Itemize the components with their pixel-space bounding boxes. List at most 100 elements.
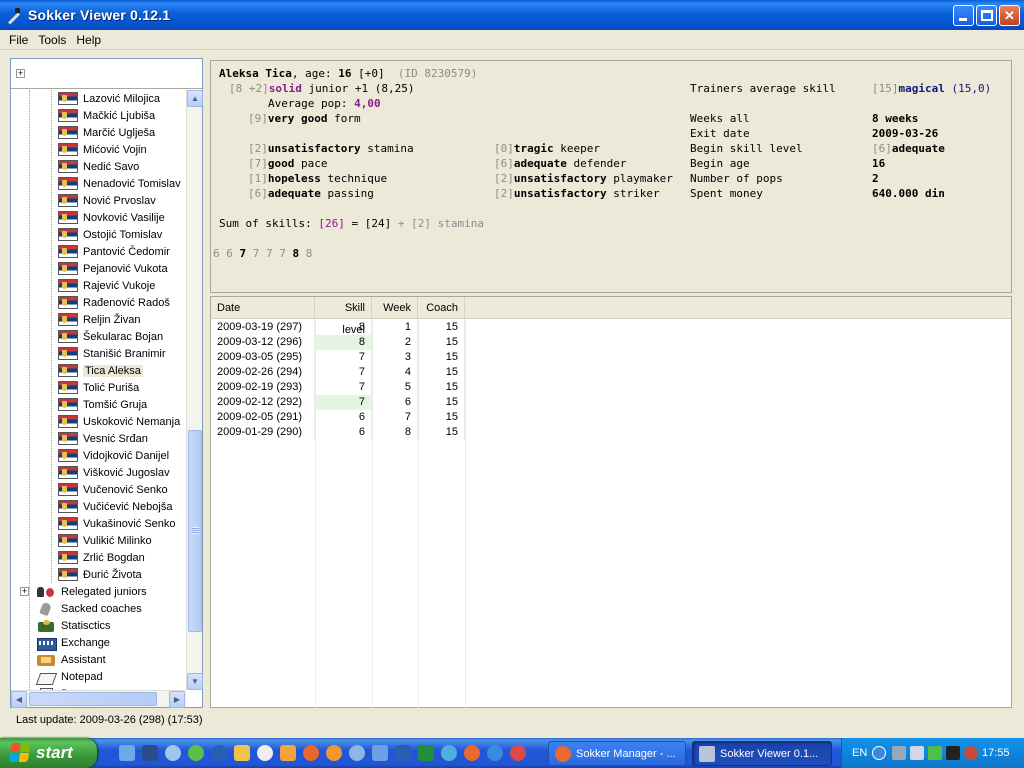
table-row[interactable]: 2009-03-19 (297) 8 1 15	[211, 320, 1011, 335]
scroll-up-button[interactable]: ▲	[187, 90, 203, 107]
task-button-sokker-manager[interactable]: Sokker Manager - ...	[548, 741, 686, 766]
quick-launch-icon[interactable]	[211, 745, 227, 761]
tree-player-item[interactable]: Vesnić Srđan	[58, 430, 148, 447]
menu-tools[interactable]: Tools	[33, 32, 71, 48]
tree-horizontal-scrollbar[interactable]: ◀ ▶	[11, 690, 186, 708]
quick-launch-icon[interactable]	[349, 745, 365, 761]
skill-name: keeper	[553, 142, 600, 155]
scroll-thumb[interactable]	[188, 430, 202, 632]
tree-player-item[interactable]: Vučenović Senko	[58, 481, 168, 498]
tray-icon[interactable]	[928, 746, 942, 760]
title-bar[interactable]: Sokker Viewer 0.12.1 ✕	[0, 0, 1024, 30]
serbia-flag-icon	[58, 279, 78, 292]
task-button-sokker-viewer[interactable]: Sokker Viewer 0.1...	[692, 741, 832, 766]
firefox-icon[interactable]	[464, 745, 480, 761]
quick-launch-icon[interactable]	[372, 745, 388, 761]
media-player-icon[interactable]	[257, 745, 273, 761]
messenger-icon[interactable]	[441, 745, 457, 761]
tree-player-item[interactable]: Lazović Milojica	[58, 90, 160, 107]
tray-icon[interactable]	[946, 746, 960, 760]
tray-icon[interactable]	[964, 746, 978, 760]
tree-player-item[interactable]: Pejanović Vukota	[58, 260, 168, 277]
tree-section-item[interactable]: Exchange	[37, 634, 110, 651]
start-button[interactable]: start	[0, 738, 97, 768]
skill-bracket: [0]	[494, 142, 514, 155]
tree-player-item[interactable]: Rajević Vukoje	[58, 277, 155, 294]
tree-section-item[interactable]: Sacked coaches	[37, 600, 142, 617]
table-row[interactable]: 2009-03-12 (296) 8 2 15	[211, 335, 1011, 350]
tree-player-item[interactable]: Nedić Savo	[58, 158, 139, 175]
tree-player-item[interactable]: Šekularac Bojan	[58, 328, 163, 345]
tree-player-item[interactable]: Stanišić Branimir	[58, 345, 166, 362]
tree-section-item[interactable]: Assistant	[37, 651, 106, 668]
table-row[interactable]: 2009-02-12 (292) 7 6 15	[211, 395, 1011, 410]
tree-player-item[interactable]: Tomšić Gruja	[58, 396, 147, 413]
table-row[interactable]: 2009-01-29 (290) 6 8 15	[211, 425, 1011, 440]
tree-player-item[interactable]: Reljin Živan	[58, 311, 140, 328]
scroll-right-button[interactable]: ▶	[169, 691, 185, 708]
tree-player-item[interactable]: Vidojković Danijel	[58, 447, 169, 464]
table-row[interactable]: 2009-03-05 (295) 7 3 15	[211, 350, 1011, 365]
tree-player-item[interactable]: Višković Jugoslav	[58, 464, 170, 481]
tree-vertical-scrollbar[interactable]: ▲ ▼	[186, 90, 203, 690]
table-row[interactable]: 2009-02-19 (293) 7 5 15	[211, 380, 1011, 395]
scroll-down-button[interactable]: ▼	[187, 673, 203, 690]
tree-player-item[interactable]: Vukašinović Senko	[58, 515, 176, 532]
expand-all-icon[interactable]: +	[16, 69, 25, 78]
tree-player-item[interactable]: Marčić Uglješa	[58, 124, 155, 141]
quick-launch-icon[interactable]	[188, 745, 204, 761]
quick-launch-icon[interactable]	[510, 745, 526, 761]
tree-section-item[interactable]: Notepad	[37, 668, 103, 685]
tree-player-item[interactable]: Vučićević Nebojša	[58, 498, 172, 515]
minimize-button[interactable]	[953, 5, 974, 26]
quick-launch-icon[interactable]	[280, 745, 296, 761]
tree-player-item[interactable]: Uskoković Nemanja	[58, 413, 180, 430]
language-indicator[interactable]: EN	[852, 747, 867, 759]
quick-launch-icon[interactable]	[418, 745, 434, 761]
quick-launch-icon[interactable]	[326, 745, 342, 761]
quick-launch-icon[interactable]	[165, 745, 181, 761]
tree-player-item[interactable]: Mačkić Ljubiša	[58, 107, 155, 124]
column-date[interactable]: Date	[211, 297, 315, 319]
folder-icon[interactable]	[234, 745, 250, 761]
close-button[interactable]: ✕	[999, 5, 1020, 26]
horizontal-scroll-thumb[interactable]	[29, 692, 157, 706]
tree-player-item[interactable]: Nović Prvoslav	[58, 192, 156, 209]
tree-player-item[interactable]: Vulikić Milinko	[58, 532, 152, 549]
tree-player-item[interactable]: Zrlić Bogdan	[58, 549, 145, 566]
photoshop-icon[interactable]	[142, 745, 158, 761]
tree-player-item[interactable]: Nenadović Tomislav	[58, 175, 181, 192]
tree-player-item[interactable]: Rađenović Radoš	[58, 294, 170, 311]
info-value-text: 640.000 din	[872, 187, 945, 200]
tree-player-item[interactable]: Pantović Čedomir	[58, 243, 170, 260]
player-name-label: Rajević Vukoje	[83, 279, 156, 292]
tree-player-item[interactable]: Tolić Puriša	[58, 379, 139, 396]
section-label: Notepad	[61, 670, 103, 683]
tree-section-item[interactable]: Statisctics	[37, 617, 111, 634]
quick-launch-icon[interactable]	[119, 745, 135, 761]
menu-file[interactable]: File	[4, 32, 33, 48]
expand-icon[interactable]: +	[20, 587, 29, 596]
tree-player-item[interactable]: Đurić Života	[58, 566, 142, 583]
tray-icon[interactable]	[892, 746, 906, 760]
section-label: Sacked coaches	[61, 602, 142, 615]
tree-player-item[interactable]: Ostojić Tomislav	[58, 226, 162, 243]
table-row[interactable]: 2009-02-26 (294) 7 4 15	[211, 365, 1011, 380]
maximize-button[interactable]	[976, 5, 997, 26]
column-coach[interactable]: Coach	[418, 297, 465, 319]
tree-player-item[interactable]: Mićović Vojin	[58, 141, 147, 158]
word-icon[interactable]	[395, 745, 411, 761]
show-hidden-icons-button[interactable]	[872, 746, 886, 760]
scroll-left-button[interactable]: ◀	[11, 691, 27, 708]
table-row[interactable]: 2009-02-05 (291) 6 7 15	[211, 410, 1011, 425]
internet-explorer-icon[interactable]	[487, 745, 503, 761]
volume-icon[interactable]	[910, 746, 924, 760]
column-skill-level[interactable]: Skill level	[315, 297, 372, 336]
column-week[interactable]: Week	[372, 297, 418, 319]
tree-player-item[interactable]: Tica Aleksa	[58, 362, 143, 379]
tree-section-item[interactable]: + Relegated juniors	[20, 583, 147, 600]
tree-player-item[interactable]: Novković Vasilije	[58, 209, 165, 226]
menu-help[interactable]: Help	[71, 32, 106, 48]
info-bracket: [6]	[872, 142, 892, 155]
quick-launch-icon[interactable]	[303, 745, 319, 761]
